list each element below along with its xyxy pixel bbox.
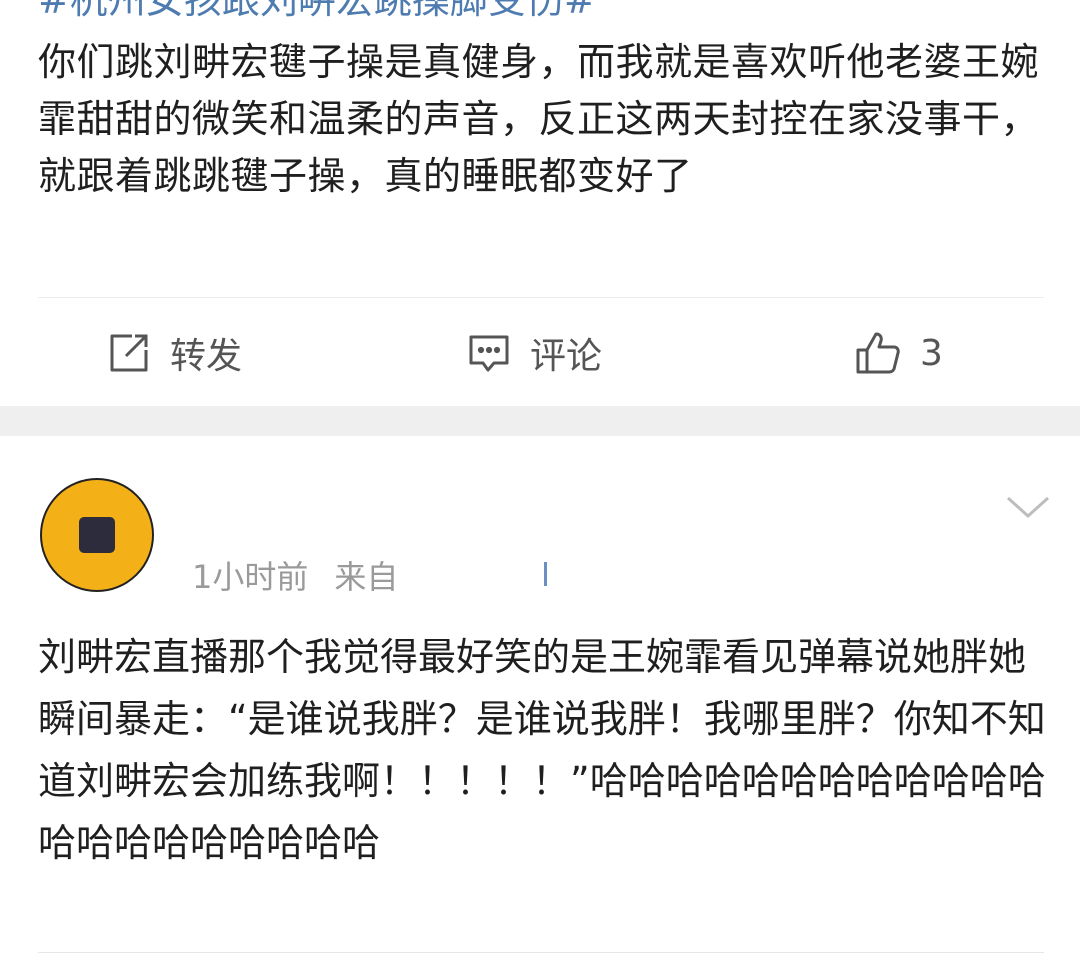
more-options-button[interactable] (1004, 492, 1052, 522)
avatar-glyph (79, 517, 115, 553)
source-mark (544, 562, 547, 586)
action-bar: 转发 评论 3 (0, 300, 1080, 406)
avatar[interactable] (40, 478, 154, 592)
repost-icon (106, 330, 152, 376)
section-gap (0, 406, 1080, 436)
comment-meta: 1小时前 来自 (192, 552, 398, 598)
chevron-down-icon (1006, 496, 1050, 519)
like-button[interactable]: 3 (854, 328, 943, 378)
repost-button[interactable]: 转发 (106, 328, 242, 378)
post-body: 你们跳刘畊宏毽子操是真健身，而我就是喜欢听他老婆王婉霏甜甜的微笑和温柔的声音，反… (38, 40, 1040, 198)
post-hashtag[interactable]: #杭州女孩跟刘畊宏跳操脚受伤# (38, 0, 596, 22)
comment-source: 来自 (334, 558, 399, 596)
thumbs-up-icon (854, 330, 902, 376)
repost-label: 转发 (170, 336, 243, 377)
divider (38, 297, 1044, 298)
comment-icon (466, 330, 512, 376)
comment-time: 1小时前 (192, 558, 309, 596)
comment-button[interactable]: 评论 (466, 328, 602, 378)
source-redacted (430, 552, 540, 596)
username-redacted (190, 488, 550, 534)
comment-body: 刘畊宏直播那个我觉得最好笑的是王婉霏看见弹幕说她胖她瞬间暴走：“是谁说我胖？是谁… (38, 635, 1046, 865)
divider (38, 952, 1044, 953)
like-count: 3 (920, 332, 943, 374)
comment-label: 评论 (530, 336, 603, 377)
